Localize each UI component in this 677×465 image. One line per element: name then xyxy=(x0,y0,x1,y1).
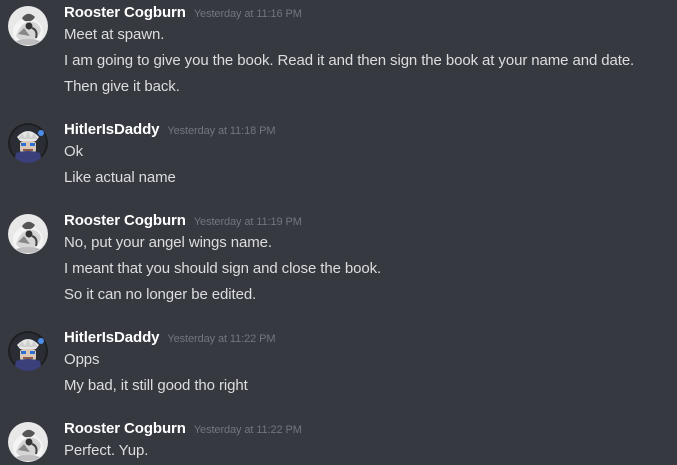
message-text: Then give it back. xyxy=(64,78,180,95)
rooster-avatar-icon[interactable] xyxy=(8,214,48,254)
rooster-avatar-icon[interactable] xyxy=(8,422,48,462)
message-text: So it can no longer be edited. xyxy=(64,286,257,303)
message-text: Ok xyxy=(64,143,83,160)
timestamp: Yesterday at 11:22 PM xyxy=(167,333,276,345)
message-text: Like actual name xyxy=(64,169,176,186)
username[interactable]: HitlerIsDaddy xyxy=(64,121,160,138)
username[interactable]: Rooster Cogburn xyxy=(64,4,186,21)
rooster-avatar-icon[interactable] xyxy=(8,6,48,46)
timestamp: Yesterday at 11:18 PM xyxy=(167,125,276,137)
message-text: No, put your angel wings name. xyxy=(64,234,272,251)
message-text: Perfect. Yup. xyxy=(64,442,149,459)
hitlerisdaddy-avatar-icon[interactable] xyxy=(8,123,48,163)
message-text: I am going to give you the book. Read it… xyxy=(64,52,635,69)
message-text: My bad, it still good tho right xyxy=(64,377,248,394)
message-text: I meant that you should sign and close t… xyxy=(64,260,382,277)
hitlerisdaddy-avatar-icon[interactable] xyxy=(8,331,48,371)
timestamp: Yesterday at 11:16 PM xyxy=(193,8,302,20)
message-text: Meet at spawn. xyxy=(64,26,165,43)
message-text: Opps xyxy=(64,351,100,368)
username[interactable]: HitlerIsDaddy xyxy=(64,329,160,346)
timestamp: Yesterday at 11:22 PM xyxy=(193,424,302,436)
username[interactable]: Rooster Cogburn xyxy=(64,212,186,229)
timestamp: Yesterday at 11:19 PM xyxy=(193,216,302,228)
username[interactable]: Rooster Cogburn xyxy=(64,420,186,437)
